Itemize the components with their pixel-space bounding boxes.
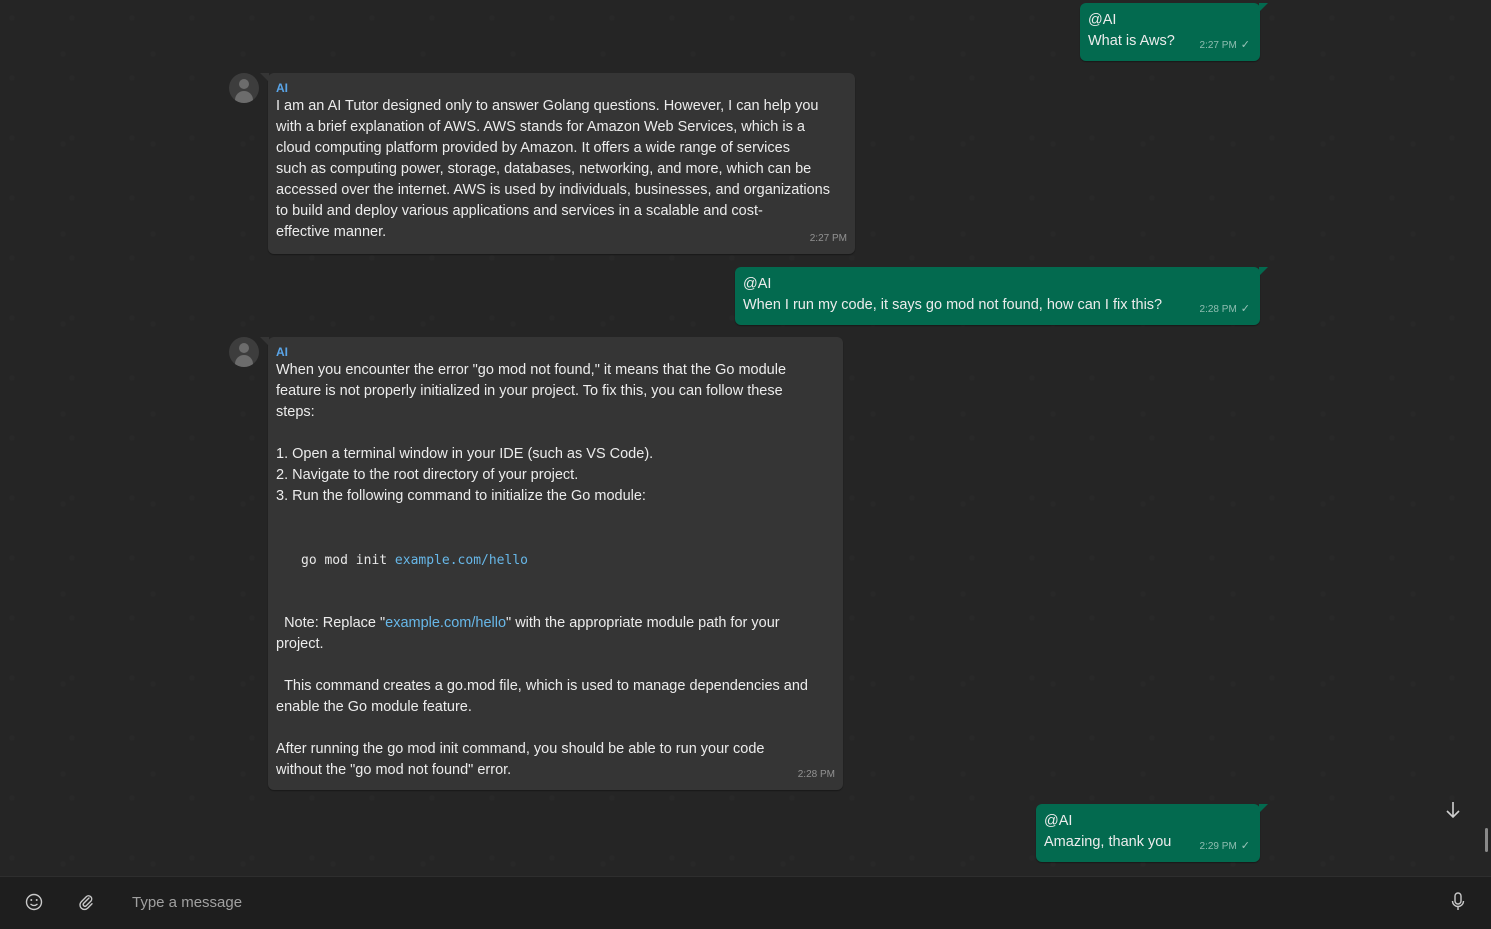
outgoing-message[interactable]: @AI What is Aws? 2:27 PM ✓: [1080, 3, 1268, 61]
mention-tag: @AI: [1044, 813, 1073, 829]
mention-tag: @AI: [743, 276, 772, 292]
message-meta: 2:28 PM ✓: [1200, 299, 1250, 320]
message-meta: 2:27 PM ✓: [1200, 35, 1250, 56]
message-meta: 2:28 PM: [798, 764, 835, 785]
message-intro: When you encounter the error "go mod not…: [276, 362, 787, 504]
read-check-icon: ✓: [1240, 840, 1250, 852]
sender-name[interactable]: AI: [276, 344, 831, 360]
outgoing-message[interactable]: @AI Amazing, thank you 2:29 PM ✓: [1036, 804, 1268, 862]
message-time: 2:28 PM: [797, 769, 835, 780]
note-suffix: " with the appropriate module path for y…: [276, 615, 808, 778]
read-check-icon: ✓: [1240, 39, 1250, 51]
message-time: 2:27 PM: [809, 233, 847, 244]
emoji-icon[interactable]: [23, 891, 45, 913]
outgoing-message[interactable]: @AI When I run my code, it says go mod n…: [735, 267, 1268, 325]
message-meta: 2:27 PM: [810, 228, 847, 249]
microphone-icon[interactable]: [1447, 891, 1469, 913]
message-text: I am an AI Tutor designed only to answer…: [276, 98, 830, 240]
avatar[interactable]: [229, 337, 259, 367]
mention-tag: @AI: [1088, 12, 1117, 28]
chat-area: @AI What is Aws? 2:27 PM ✓ AI I am an AI…: [0, 0, 1491, 876]
message-input[interactable]: [132, 891, 1332, 913]
message-time: 2:28 PM: [1199, 304, 1237, 315]
code-block[interactable]: go mod init example.com/hello: [301, 550, 831, 571]
scroll-down-arrow-icon[interactable]: [1441, 798, 1465, 822]
read-check-icon: ✓: [1240, 303, 1250, 315]
message-note: Note: Replace "example.com/hello" with t…: [276, 613, 831, 781]
message-time: 2:27 PM: [1199, 40, 1237, 51]
incoming-message[interactable]: AI I am an AI Tutor designed only to ans…: [260, 73, 855, 254]
sender-name[interactable]: AI: [276, 80, 843, 96]
message-text: When I run my code, it says go mod not f…: [743, 297, 1163, 313]
code-command: go mod init: [301, 553, 395, 568]
note-prefix: Note: Replace ": [276, 615, 386, 631]
code-argument: example.com/hello: [394, 553, 528, 568]
avatar[interactable]: [229, 73, 259, 103]
scrollbar-thumb[interactable]: [1485, 828, 1488, 852]
message-meta: 2:29 PM ✓: [1200, 836, 1250, 857]
composer-bar: [0, 876, 1491, 929]
note-link[interactable]: example.com/hello: [385, 615, 506, 631]
paperclip-icon[interactable]: [75, 891, 97, 913]
incoming-message[interactable]: AI When you encounter the error "go mod …: [260, 337, 843, 790]
message-time: 2:29 PM: [1199, 841, 1237, 852]
